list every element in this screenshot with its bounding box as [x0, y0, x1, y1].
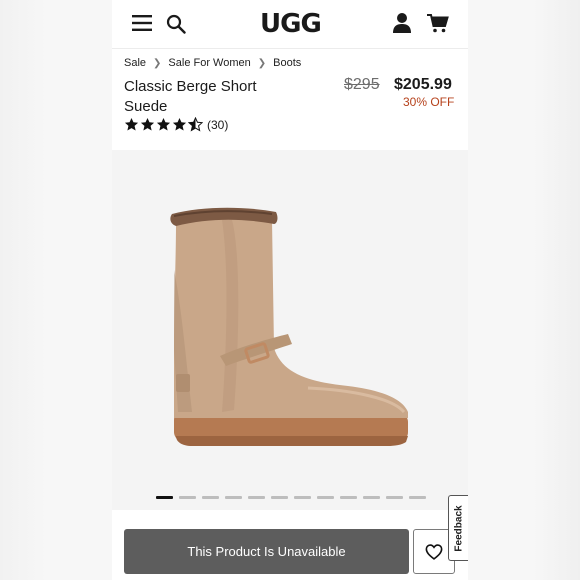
carousel-dot[interactable] [409, 496, 426, 499]
rating-count: (30) [207, 117, 229, 132]
breadcrumb-boots[interactable]: Boots [273, 57, 301, 69]
carousel-dot[interactable] [202, 496, 219, 499]
carousel-dot[interactable] [271, 496, 288, 499]
carousel-dot[interactable] [179, 496, 196, 499]
discount-badge: 30% OFF [403, 95, 455, 109]
carousel-dot[interactable] [225, 496, 242, 499]
star-icon [124, 117, 139, 131]
star-icon [156, 117, 171, 131]
menu-icon[interactable] [132, 14, 152, 32]
header: UGG [112, 0, 468, 49]
phone-screen: UGG Sale ❯ Sale For Women ❯ Boots Classi… [112, 0, 468, 580]
search-icon[interactable] [166, 14, 186, 34]
breadcrumb: Sale ❯ Sale For Women ❯ Boots [124, 57, 301, 69]
product-title: Classic Berge Short Suede [124, 78, 257, 115]
unavailable-button[interactable]: This Product Is Unavailable [124, 529, 409, 574]
carousel-dot[interactable] [156, 496, 173, 499]
carousel-dot[interactable] [340, 496, 357, 499]
star-rating[interactable]: (30) [124, 117, 228, 132]
feedback-label: Feedback [453, 504, 465, 552]
sale-price: $205.99 [394, 76, 452, 93]
chevron-right-icon: ❯ [153, 57, 162, 69]
carousel-dot[interactable] [363, 496, 380, 499]
feedback-tab[interactable]: Feedback [448, 495, 468, 561]
boot-image [170, 207, 408, 446]
cart-icon[interactable] [427, 13, 449, 33]
breadcrumb-sale-for-women[interactable]: Sale For Women [168, 57, 250, 69]
heart-icon [425, 543, 443, 560]
star-icon [172, 117, 187, 131]
original-price: $295 [344, 76, 380, 93]
carousel-dot[interactable] [248, 496, 265, 499]
carousel-dot[interactable] [386, 496, 403, 499]
ugg-logo[interactable]: UGG [260, 9, 322, 39]
carousel-indicator [156, 496, 432, 499]
star-icon [140, 117, 155, 131]
breadcrumb-sale[interactable]: Sale [124, 57, 146, 69]
carousel-dot[interactable] [294, 496, 311, 499]
half-star-icon [188, 117, 203, 132]
chevron-right-icon: ❯ [257, 57, 267, 69]
account-icon[interactable] [392, 12, 412, 34]
product-image[interactable] [112, 150, 468, 510]
carousel-dot[interactable] [317, 496, 334, 499]
